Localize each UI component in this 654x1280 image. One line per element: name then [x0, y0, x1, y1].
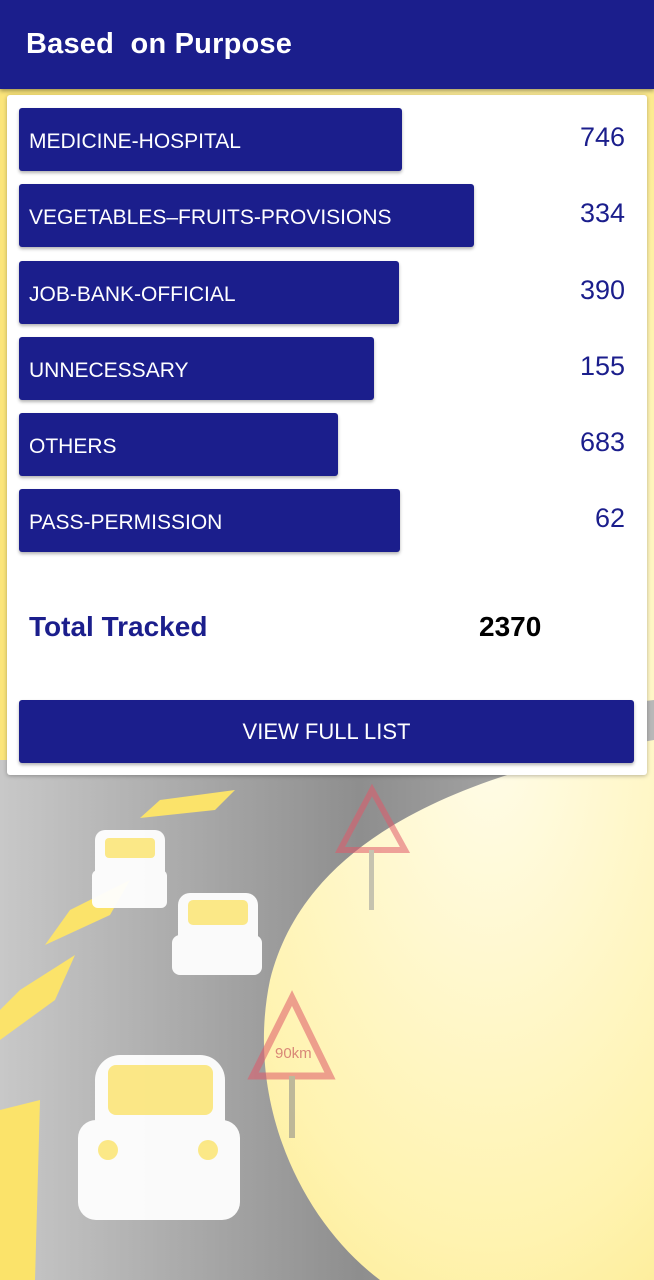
purpose-row: JOB-BANK-OFFICIAL 390	[19, 261, 635, 324]
purpose-summary-card: MEDICINE-HOSPITAL 746 VEGETABLES–FRUITS-…	[7, 95, 647, 775]
purpose-row: OTHERS 683	[19, 413, 635, 476]
purpose-count: 62	[594, 503, 625, 533]
purpose-label: UNNECESSARY	[29, 359, 189, 382]
purpose-bar[interactable]: VEGETABLES–FRUITS-PROVISIONS	[19, 184, 474, 247]
app-bar: Based on Purpose	[0, 0, 654, 89]
purpose-label: PASS-PERMISSION	[29, 511, 223, 534]
purpose-row: UNNECESSARY 155	[19, 337, 635, 400]
purpose-bar[interactable]: JOB-BANK-OFFICIAL	[19, 261, 399, 324]
view-full-list-button[interactable]: VIEW FULL LIST	[19, 700, 634, 763]
purpose-count: 683	[579, 427, 625, 457]
purpose-count: 390	[579, 275, 625, 305]
purpose-bar[interactable]: UNNECESSARY	[19, 337, 374, 400]
total-tracked-value: 2370	[479, 611, 542, 642]
purpose-count: 155	[579, 351, 625, 381]
purpose-label: MEDICINE-HOSPITAL	[29, 130, 241, 153]
purpose-row: VEGETABLES–FRUITS-PROVISIONS 334	[19, 184, 635, 247]
purpose-label: VEGETABLES–FRUITS-PROVISIONS	[29, 206, 392, 229]
total-tracked-label: Total Tracked	[29, 611, 208, 642]
purpose-bar[interactable]: PASS-PERMISSION	[19, 489, 400, 552]
page-title: Based on Purpose	[26, 28, 293, 60]
purpose-row: MEDICINE-HOSPITAL 746	[19, 108, 635, 171]
purpose-label: OTHERS	[29, 435, 117, 458]
purpose-label: JOB-BANK-OFFICIAL	[29, 283, 236, 306]
purpose-count: 746	[579, 122, 625, 152]
purpose-bar[interactable]: OTHERS	[19, 413, 338, 476]
purpose-bar[interactable]: MEDICINE-HOSPITAL	[19, 108, 402, 171]
sign-text: 90km	[275, 1045, 312, 1062]
purpose-count: 334	[579, 198, 625, 228]
purpose-row: PASS-PERMISSION 62	[19, 489, 635, 552]
